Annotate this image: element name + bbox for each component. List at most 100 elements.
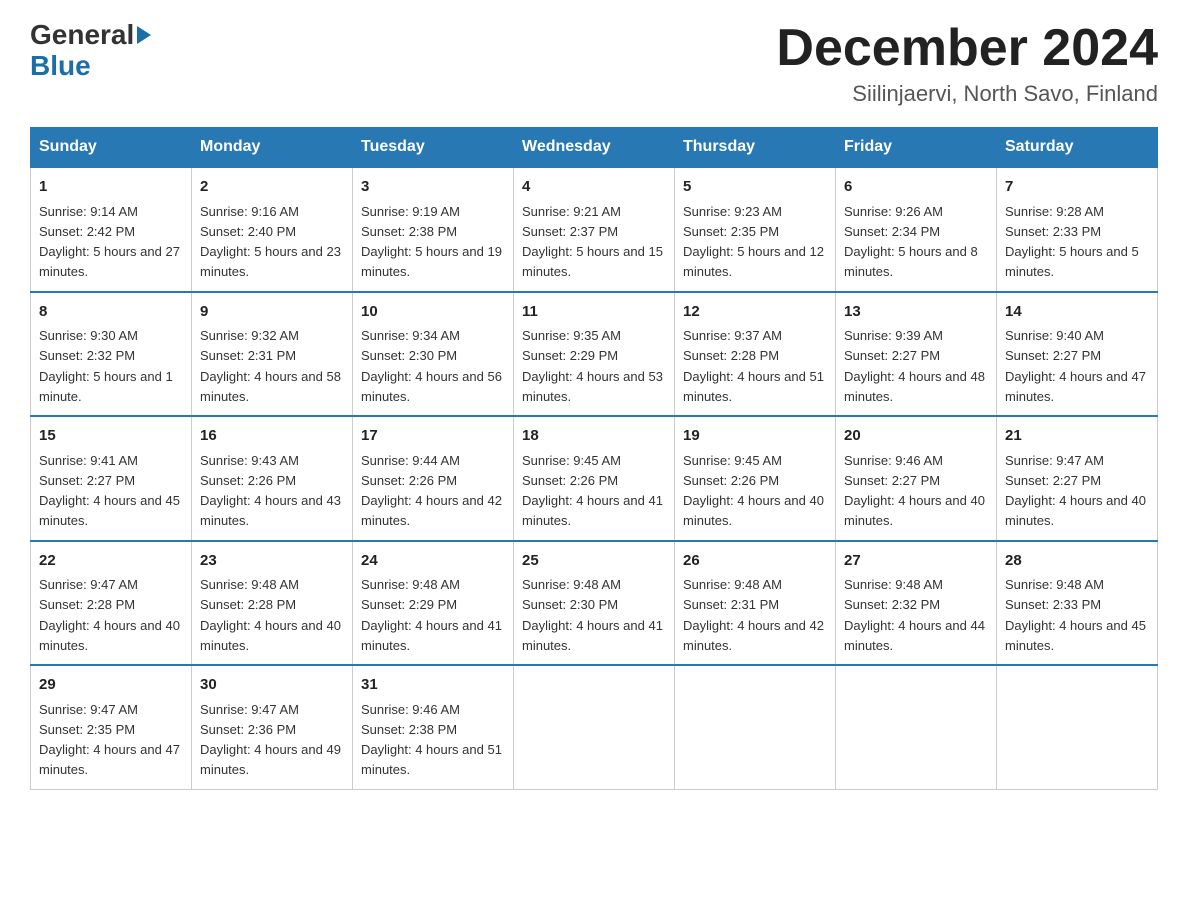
day-info: Sunrise: 9:35 AMSunset: 2:29 PMDaylight:… bbox=[522, 328, 663, 404]
calendar-cell: 28 Sunrise: 9:48 AMSunset: 2:33 PMDaylig… bbox=[997, 541, 1158, 666]
day-info: Sunrise: 9:48 AMSunset: 2:30 PMDaylight:… bbox=[522, 577, 663, 653]
day-info: Sunrise: 9:14 AMSunset: 2:42 PMDaylight:… bbox=[39, 204, 180, 280]
weekday-header-thursday: Thursday bbox=[675, 128, 836, 168]
day-number: 23 bbox=[200, 550, 344, 573]
day-info: Sunrise: 9:21 AMSunset: 2:37 PMDaylight:… bbox=[522, 204, 663, 280]
day-number: 12 bbox=[683, 301, 827, 324]
day-number: 17 bbox=[361, 425, 505, 448]
day-number: 31 bbox=[361, 674, 505, 697]
calendar-cell: 1 Sunrise: 9:14 AMSunset: 2:42 PMDayligh… bbox=[31, 167, 192, 292]
day-info: Sunrise: 9:34 AMSunset: 2:30 PMDaylight:… bbox=[361, 328, 502, 404]
day-info: Sunrise: 9:48 AMSunset: 2:29 PMDaylight:… bbox=[361, 577, 502, 653]
logo-general: General bbox=[30, 20, 134, 51]
calendar-cell bbox=[514, 665, 675, 789]
weekday-header-tuesday: Tuesday bbox=[353, 128, 514, 168]
calendar-cell bbox=[836, 665, 997, 789]
day-number: 7 bbox=[1005, 176, 1149, 199]
page-header: General Blue December 2024 Siilinjaervi,… bbox=[30, 20, 1158, 107]
calendar-cell: 26 Sunrise: 9:48 AMSunset: 2:31 PMDaylig… bbox=[675, 541, 836, 666]
calendar-cell: 21 Sunrise: 9:47 AMSunset: 2:27 PMDaylig… bbox=[997, 416, 1158, 541]
day-info: Sunrise: 9:47 AMSunset: 2:27 PMDaylight:… bbox=[1005, 453, 1146, 529]
day-number: 10 bbox=[361, 301, 505, 324]
calendar-cell: 20 Sunrise: 9:46 AMSunset: 2:27 PMDaylig… bbox=[836, 416, 997, 541]
day-info: Sunrise: 9:44 AMSunset: 2:26 PMDaylight:… bbox=[361, 453, 502, 529]
day-info: Sunrise: 9:46 AMSunset: 2:38 PMDaylight:… bbox=[361, 702, 502, 778]
day-number: 29 bbox=[39, 674, 183, 697]
day-info: Sunrise: 9:37 AMSunset: 2:28 PMDaylight:… bbox=[683, 328, 824, 404]
calendar-cell: 12 Sunrise: 9:37 AMSunset: 2:28 PMDaylig… bbox=[675, 292, 836, 417]
day-info: Sunrise: 9:46 AMSunset: 2:27 PMDaylight:… bbox=[844, 453, 985, 529]
day-info: Sunrise: 9:23 AMSunset: 2:35 PMDaylight:… bbox=[683, 204, 824, 280]
day-info: Sunrise: 9:16 AMSunset: 2:40 PMDaylight:… bbox=[200, 204, 341, 280]
day-number: 11 bbox=[522, 301, 666, 324]
day-number: 30 bbox=[200, 674, 344, 697]
day-info: Sunrise: 9:48 AMSunset: 2:33 PMDaylight:… bbox=[1005, 577, 1146, 653]
day-info: Sunrise: 9:30 AMSunset: 2:32 PMDaylight:… bbox=[39, 328, 173, 404]
day-number: 5 bbox=[683, 176, 827, 199]
logo-blue: Blue bbox=[30, 51, 151, 82]
day-number: 27 bbox=[844, 550, 988, 573]
calendar-cell: 13 Sunrise: 9:39 AMSunset: 2:27 PMDaylig… bbox=[836, 292, 997, 417]
calendar-cell: 24 Sunrise: 9:48 AMSunset: 2:29 PMDaylig… bbox=[353, 541, 514, 666]
day-number: 9 bbox=[200, 301, 344, 324]
calendar-cell: 23 Sunrise: 9:48 AMSunset: 2:28 PMDaylig… bbox=[192, 541, 353, 666]
day-info: Sunrise: 9:32 AMSunset: 2:31 PMDaylight:… bbox=[200, 328, 341, 404]
calendar-cell: 15 Sunrise: 9:41 AMSunset: 2:27 PMDaylig… bbox=[31, 416, 192, 541]
logo-arrow-icon bbox=[137, 26, 151, 44]
calendar-table: SundayMondayTuesdayWednesdayThursdayFrid… bbox=[30, 127, 1158, 790]
day-number: 26 bbox=[683, 550, 827, 573]
calendar-cell: 7 Sunrise: 9:28 AMSunset: 2:33 PMDayligh… bbox=[997, 167, 1158, 292]
day-number: 6 bbox=[844, 176, 988, 199]
day-number: 13 bbox=[844, 301, 988, 324]
day-info: Sunrise: 9:40 AMSunset: 2:27 PMDaylight:… bbox=[1005, 328, 1146, 404]
day-info: Sunrise: 9:45 AMSunset: 2:26 PMDaylight:… bbox=[522, 453, 663, 529]
day-number: 1 bbox=[39, 176, 183, 199]
calendar-cell: 27 Sunrise: 9:48 AMSunset: 2:32 PMDaylig… bbox=[836, 541, 997, 666]
day-number: 18 bbox=[522, 425, 666, 448]
title-block: December 2024 Siilinjaervi, North Savo, … bbox=[776, 20, 1158, 107]
calendar-cell: 19 Sunrise: 9:45 AMSunset: 2:26 PMDaylig… bbox=[675, 416, 836, 541]
calendar-cell: 5 Sunrise: 9:23 AMSunset: 2:35 PMDayligh… bbox=[675, 167, 836, 292]
day-number: 24 bbox=[361, 550, 505, 573]
day-number: 20 bbox=[844, 425, 988, 448]
weekday-header-wednesday: Wednesday bbox=[514, 128, 675, 168]
day-number: 2 bbox=[200, 176, 344, 199]
weekday-header-saturday: Saturday bbox=[997, 128, 1158, 168]
day-info: Sunrise: 9:28 AMSunset: 2:33 PMDaylight:… bbox=[1005, 204, 1139, 280]
day-info: Sunrise: 9:47 AMSunset: 2:28 PMDaylight:… bbox=[39, 577, 180, 653]
calendar-cell: 25 Sunrise: 9:48 AMSunset: 2:30 PMDaylig… bbox=[514, 541, 675, 666]
calendar-cell: 18 Sunrise: 9:45 AMSunset: 2:26 PMDaylig… bbox=[514, 416, 675, 541]
day-info: Sunrise: 9:47 AMSunset: 2:35 PMDaylight:… bbox=[39, 702, 180, 778]
day-number: 21 bbox=[1005, 425, 1149, 448]
day-info: Sunrise: 9:48 AMSunset: 2:31 PMDaylight:… bbox=[683, 577, 824, 653]
weekday-header-friday: Friday bbox=[836, 128, 997, 168]
calendar-cell: 4 Sunrise: 9:21 AMSunset: 2:37 PMDayligh… bbox=[514, 167, 675, 292]
day-number: 3 bbox=[361, 176, 505, 199]
day-info: Sunrise: 9:45 AMSunset: 2:26 PMDaylight:… bbox=[683, 453, 824, 529]
calendar-cell: 10 Sunrise: 9:34 AMSunset: 2:30 PMDaylig… bbox=[353, 292, 514, 417]
calendar-cell: 29 Sunrise: 9:47 AMSunset: 2:35 PMDaylig… bbox=[31, 665, 192, 789]
calendar-cell: 2 Sunrise: 9:16 AMSunset: 2:40 PMDayligh… bbox=[192, 167, 353, 292]
calendar-cell: 8 Sunrise: 9:30 AMSunset: 2:32 PMDayligh… bbox=[31, 292, 192, 417]
calendar-cell: 22 Sunrise: 9:47 AMSunset: 2:28 PMDaylig… bbox=[31, 541, 192, 666]
day-number: 14 bbox=[1005, 301, 1149, 324]
day-info: Sunrise: 9:48 AMSunset: 2:28 PMDaylight:… bbox=[200, 577, 341, 653]
day-number: 28 bbox=[1005, 550, 1149, 573]
calendar-cell: 16 Sunrise: 9:43 AMSunset: 2:26 PMDaylig… bbox=[192, 416, 353, 541]
calendar-cell: 3 Sunrise: 9:19 AMSunset: 2:38 PMDayligh… bbox=[353, 167, 514, 292]
day-info: Sunrise: 9:39 AMSunset: 2:27 PMDaylight:… bbox=[844, 328, 985, 404]
day-info: Sunrise: 9:19 AMSunset: 2:38 PMDaylight:… bbox=[361, 204, 502, 280]
calendar-cell: 31 Sunrise: 9:46 AMSunset: 2:38 PMDaylig… bbox=[353, 665, 514, 789]
calendar-cell bbox=[675, 665, 836, 789]
day-info: Sunrise: 9:41 AMSunset: 2:27 PMDaylight:… bbox=[39, 453, 180, 529]
day-number: 8 bbox=[39, 301, 183, 324]
month-title: December 2024 bbox=[776, 20, 1158, 77]
day-number: 16 bbox=[200, 425, 344, 448]
calendar-cell: 11 Sunrise: 9:35 AMSunset: 2:29 PMDaylig… bbox=[514, 292, 675, 417]
day-number: 4 bbox=[522, 176, 666, 199]
day-info: Sunrise: 9:26 AMSunset: 2:34 PMDaylight:… bbox=[844, 204, 978, 280]
day-number: 15 bbox=[39, 425, 183, 448]
weekday-header-sunday: Sunday bbox=[31, 128, 192, 168]
day-number: 22 bbox=[39, 550, 183, 573]
location-subtitle: Siilinjaervi, North Savo, Finland bbox=[776, 81, 1158, 107]
